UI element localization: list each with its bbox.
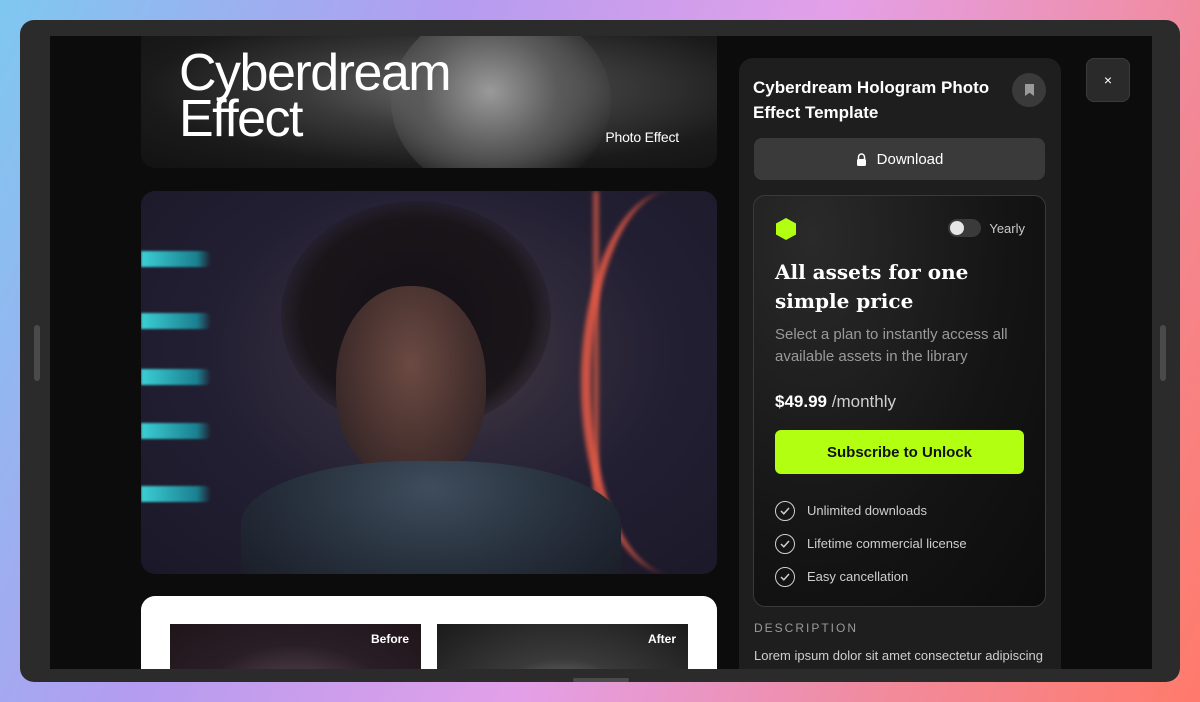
details-panel: Cyberdream Hologram Photo Effect Templat… [739, 58, 1061, 669]
before-after-card: Before After [141, 596, 717, 669]
lock-icon [856, 152, 866, 166]
device-frame: Cyberdream Effect Photo Effect Before Af… [20, 20, 1180, 682]
description-text: Lorem ipsum dolor sit amet consectetur a… [754, 648, 1044, 669]
bottom-notch [573, 678, 629, 682]
portrait-image [141, 191, 717, 574]
template-title: Cyberdream Hologram Photo Effect Templat… [753, 78, 990, 122]
hero-subtitle: Photo Effect [605, 129, 679, 145]
check-circle-icon [775, 533, 795, 554]
before-label: Before [370, 632, 409, 646]
close-icon: × [1103, 72, 1113, 88]
feature-label: Easy cancellation [807, 569, 909, 584]
feature-item: Easy cancellation [775, 560, 967, 593]
feature-list: Unlimited downloads Lifetime commercial … [775, 494, 967, 593]
check-circle-icon [775, 500, 795, 521]
download-button[interactable]: Download [754, 138, 1045, 180]
hero-image: Cyberdream Effect Photo Effect [141, 36, 717, 168]
feature-label: Lifetime commercial license [807, 536, 967, 551]
price-amount: $49.99 [775, 392, 827, 411]
portrait-face [336, 286, 486, 481]
hexagon-icon [776, 218, 796, 240]
neon-light [141, 251, 211, 267]
feature-item: Unlimited downloads [775, 494, 967, 527]
modal-screen: Cyberdream Effect Photo Effect Before Af… [50, 36, 1152, 669]
feature-item: Lifetime commercial license [775, 527, 967, 560]
feature-label: Unlimited downloads [807, 503, 927, 518]
bookmark-icon [1024, 84, 1034, 96]
pricing-card: Yearly All assets for one simple price S… [753, 195, 1046, 607]
left-handle [34, 325, 40, 381]
before-image: Before [170, 624, 421, 669]
hero-title-line2: Effect [179, 90, 304, 148]
neon-light [141, 369, 211, 385]
yearly-label: Yearly [989, 220, 1025, 236]
portrait-suit [241, 461, 621, 574]
description-heading: DESCRIPTION [754, 621, 859, 635]
right-handle [1160, 325, 1166, 381]
billing-toggle-group: Yearly [948, 219, 1025, 237]
neon-light [141, 313, 211, 329]
after-image: After [437, 624, 688, 669]
price: $49.99 /monthly [775, 392, 896, 412]
toggle-knob [950, 221, 965, 235]
after-label: After [647, 632, 676, 646]
neon-light [141, 486, 211, 502]
price-period: /monthly [831, 392, 896, 411]
yearly-toggle[interactable] [948, 219, 982, 237]
check-circle-icon [775, 566, 795, 587]
neon-light [141, 423, 211, 439]
subscribe-button[interactable]: Subscribe to Unlock [775, 430, 1024, 474]
plan-heading: All assets for one simple price [775, 260, 969, 313]
close-button[interactable]: × [1086, 58, 1130, 102]
bookmark-button[interactable] [1012, 73, 1046, 107]
plan-description: Select a plan to instantly access all av… [775, 326, 1008, 365]
hero-title: Cyberdream Effect [179, 47, 452, 148]
download-label: Download [876, 150, 944, 168]
